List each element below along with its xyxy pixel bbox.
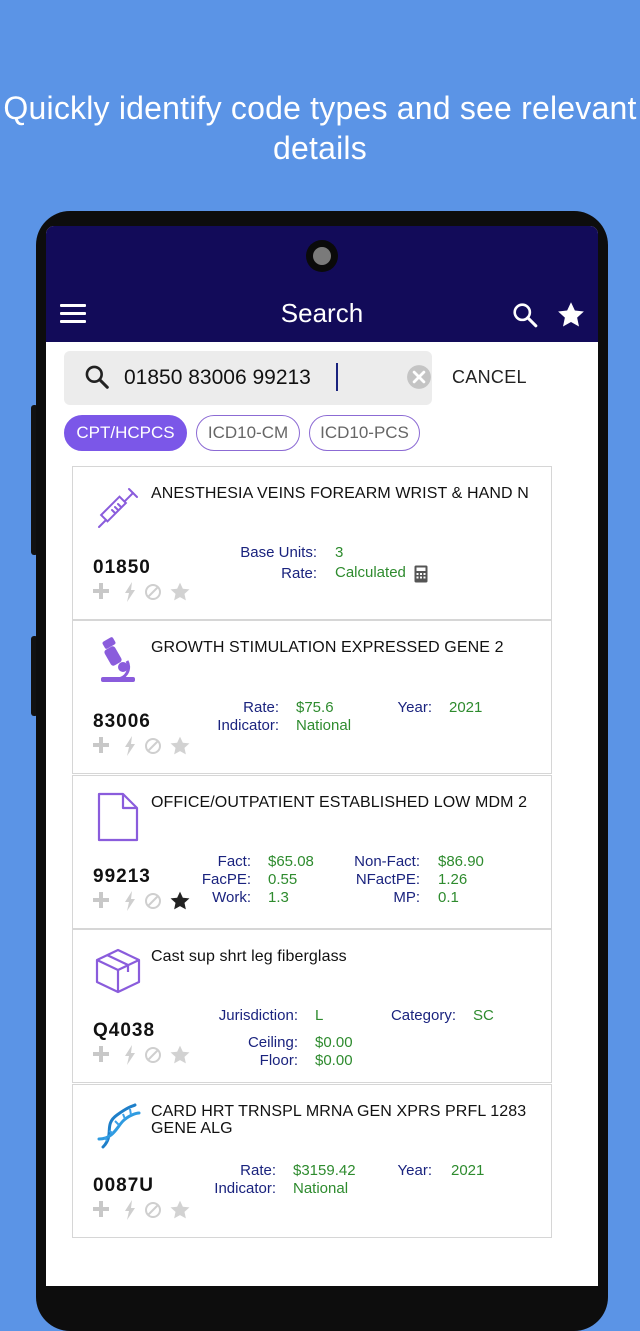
card-actions bbox=[91, 735, 191, 757]
headline: Quickly identify code types and see rele… bbox=[3, 90, 637, 166]
document-icon bbox=[97, 792, 139, 842]
search-icon bbox=[85, 365, 109, 389]
field-value: 0.55 bbox=[268, 871, 298, 888]
field-value: $86.90 bbox=[438, 853, 484, 870]
result-card[interactable]: GROWTH STIMULATION EXPRESSED GENE 2 8300… bbox=[72, 620, 552, 774]
chip-icd10-cm[interactable]: ICD10-CM bbox=[196, 415, 300, 451]
field-label: Floor: bbox=[259, 1052, 298, 1069]
field-label: MP: bbox=[393, 889, 420, 906]
star-icon[interactable] bbox=[169, 1044, 191, 1066]
lightning-icon[interactable] bbox=[123, 890, 137, 912]
add-icon[interactable] bbox=[91, 735, 111, 755]
microscope-icon bbox=[101, 637, 135, 682]
field-label: FacPE: bbox=[201, 871, 251, 888]
code-description: Cast sup shrt leg fiberglass bbox=[151, 948, 347, 965]
star-icon[interactable] bbox=[169, 735, 191, 757]
field-label: NFactPE: bbox=[355, 871, 420, 888]
result-card[interactable]: OFFICE/OUTPATIENT ESTABLISHED LOW MDM 2 … bbox=[72, 775, 552, 929]
field-value: 1.3 bbox=[268, 889, 289, 906]
field-value: $0.00 bbox=[315, 1034, 353, 1051]
field-label: Category: bbox=[390, 1007, 456, 1024]
field-value: National bbox=[293, 1180, 349, 1197]
field-label: Year: bbox=[397, 699, 432, 716]
add-icon[interactable] bbox=[91, 1199, 111, 1219]
field-value: 1.26 bbox=[438, 871, 468, 888]
lightning-icon[interactable] bbox=[123, 1199, 137, 1221]
search-input[interactable] bbox=[124, 361, 384, 395]
card-actions bbox=[91, 890, 191, 912]
lightning-icon[interactable] bbox=[123, 1044, 137, 1066]
add-icon[interactable] bbox=[91, 890, 111, 910]
block-icon[interactable] bbox=[144, 737, 162, 755]
field-label: Rate: bbox=[240, 1162, 276, 1179]
field-label: Ceiling: bbox=[247, 1034, 298, 1051]
lightning-icon[interactable] bbox=[123, 581, 137, 603]
card-actions bbox=[91, 581, 191, 603]
star-icon[interactable] bbox=[169, 581, 191, 603]
syringe-icon bbox=[98, 488, 138, 528]
field-value: $75.6 bbox=[296, 699, 334, 716]
field-label: Rate: bbox=[281, 565, 317, 582]
add-icon[interactable] bbox=[91, 1044, 111, 1064]
add-icon[interactable] bbox=[91, 581, 111, 601]
result-card[interactable]: ANESTHESIA VEINS FOREARM WRIST & HAND N … bbox=[72, 466, 552, 620]
field-value: L bbox=[315, 1007, 324, 1024]
field-label: Jurisdiction: bbox=[218, 1007, 298, 1024]
code-description: OFFICE/OUTPATIENT ESTABLISHED LOW MDM 2 bbox=[151, 794, 528, 811]
box-icon bbox=[95, 948, 141, 994]
result-card[interactable]: Cast sup shrt leg fiberglass Q4038 Juris… bbox=[72, 929, 552, 1083]
front-camera bbox=[306, 240, 338, 272]
field-value: SC bbox=[473, 1007, 494, 1024]
field-value: 3 bbox=[335, 544, 344, 561]
card-actions bbox=[91, 1044, 191, 1066]
code-number: Q4038 bbox=[93, 1020, 156, 1041]
block-icon[interactable] bbox=[144, 1046, 162, 1064]
code-description: GROWTH STIMULATION EXPRESSED GENE 2 bbox=[151, 639, 504, 656]
block-icon[interactable] bbox=[144, 892, 162, 910]
card-actions bbox=[91, 1199, 191, 1221]
code-number: 01850 bbox=[93, 557, 151, 578]
text-caret bbox=[336, 363, 338, 391]
block-icon[interactable] bbox=[144, 1201, 162, 1219]
calculator-icon[interactable] bbox=[413, 565, 429, 583]
code-description: ANESTHESIA VEINS FOREARM WRIST & HAND N bbox=[151, 485, 529, 502]
field-value: Calculated bbox=[335, 564, 406, 581]
result-card[interactable]: CARD HRT TRNSPL MRNA GEN XPRS PRFL 1283 … bbox=[72, 1084, 552, 1238]
field-value: $3159.42 bbox=[293, 1162, 356, 1179]
code-number: 99213 bbox=[93, 866, 151, 887]
field-value: $0.00 bbox=[315, 1052, 353, 1069]
lightning-icon[interactable] bbox=[123, 735, 137, 757]
app-bar: Search bbox=[46, 226, 598, 342]
field-label: Indicator: bbox=[214, 1180, 276, 1197]
field-label: Base Units: bbox=[240, 544, 317, 561]
field-label: Work: bbox=[212, 889, 251, 906]
chip-icd10-pcs[interactable]: ICD10-PCS bbox=[309, 415, 420, 451]
star-icon-favorited[interactable] bbox=[169, 890, 191, 912]
app-screen: Search CANCEL CPT/HCPCS ICD10-CM ICD10-P… bbox=[46, 226, 598, 1286]
dna-icon bbox=[97, 1103, 141, 1149]
code-description: CARD HRT TRNSPL MRNA GEN XPRS PRFL 1283 … bbox=[151, 1103, 527, 1137]
field-value: $65.08 bbox=[268, 853, 314, 870]
code-number: 83006 bbox=[93, 711, 151, 732]
search-bar[interactable] bbox=[64, 351, 432, 405]
field-value: 2021 bbox=[449, 699, 483, 716]
field-label: Year: bbox=[397, 1162, 432, 1179]
field-label: Indicator: bbox=[217, 717, 279, 734]
field-value: National bbox=[296, 717, 352, 734]
search-icon[interactable] bbox=[512, 302, 538, 328]
field-value: 0.1 bbox=[438, 889, 459, 906]
chip-cpt-hcpcs[interactable]: CPT/HCPCS bbox=[64, 415, 187, 451]
field-label: Non-Fact: bbox=[354, 853, 420, 870]
field-value: 2021 bbox=[451, 1162, 485, 1179]
star-icon[interactable] bbox=[169, 1199, 191, 1221]
clear-search-icon[interactable] bbox=[406, 364, 432, 390]
cancel-button[interactable]: CANCEL bbox=[452, 367, 527, 388]
field-label: Rate: bbox=[243, 699, 279, 716]
code-number: 0087U bbox=[93, 1175, 154, 1196]
block-icon[interactable] bbox=[144, 583, 162, 601]
favorites-star-icon[interactable] bbox=[556, 300, 586, 330]
field-label: Fact: bbox=[217, 853, 251, 870]
